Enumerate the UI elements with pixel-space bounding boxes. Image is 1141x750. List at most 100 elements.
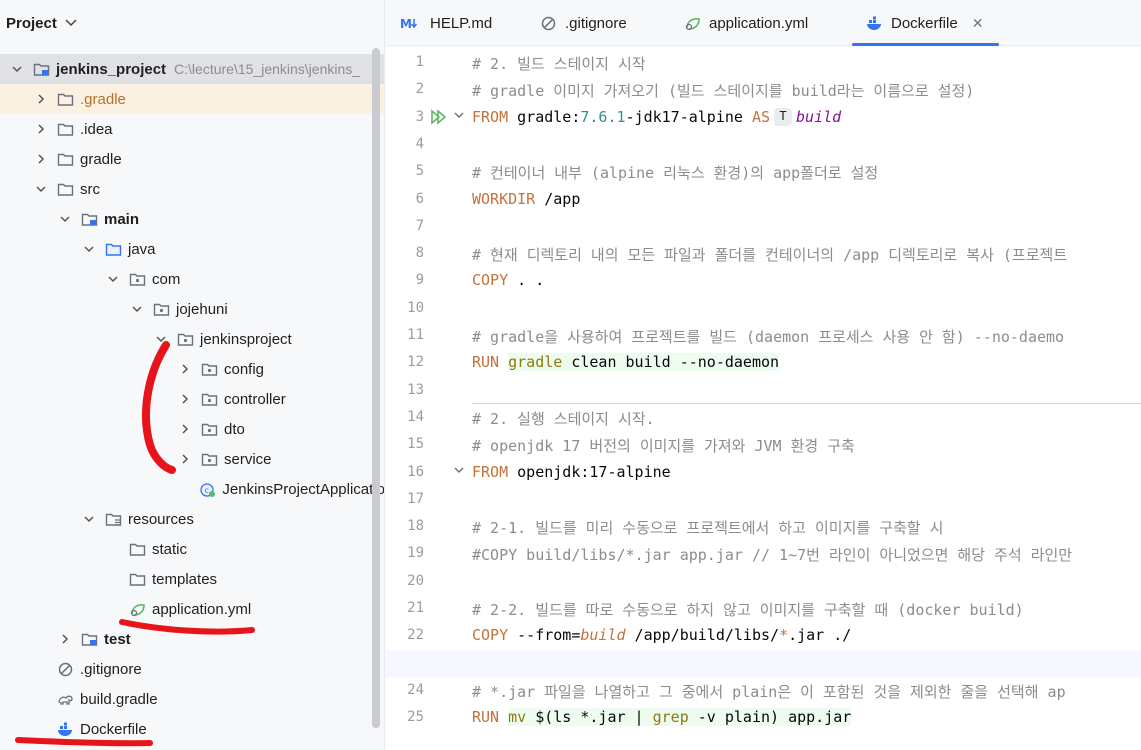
tree-item[interactable]: c JenkinsProjectApplicatio	[0, 474, 384, 504]
tree-item[interactable]: .gitignore	[0, 654, 384, 684]
tree-item[interactable]: test	[0, 624, 384, 654]
chevron-right-icon[interactable]	[178, 452, 192, 466]
code-token: build	[580, 626, 626, 645]
code-token: mv	[508, 708, 527, 727]
tree-item[interactable]: .gradle	[0, 84, 384, 114]
tab-help-md[interactable]: M HELP.md	[400, 0, 492, 46]
chevron-right-icon[interactable]	[178, 362, 192, 376]
tab-application-yml[interactable]: application.yml	[684, 0, 808, 46]
line-number: 10	[407, 299, 424, 316]
chevron-down-icon[interactable]	[65, 16, 77, 30]
line-number: 8	[415, 245, 424, 262]
code-line[interactable]: COPY . .	[472, 271, 544, 289]
code-token: COPY	[472, 626, 509, 645]
chevron-down-icon[interactable]	[130, 302, 144, 316]
tree-item[interactable]: service	[0, 444, 384, 474]
code-line[interactable]: RUN mv $(ls *.jar | grep -v plain) app.j…	[472, 708, 852, 727]
docker-icon	[56, 721, 74, 737]
chevron-down-icon[interactable]	[82, 242, 96, 256]
tree-item[interactable]: application.yml	[0, 594, 384, 624]
line-number: 17	[407, 490, 424, 507]
code-editor[interactable]: 1234567891011121314151617181920212223242…	[386, 47, 1141, 750]
code-line[interactable]: # 2-2. 빌드를 따로 수동으로 하지 않고 이미지를 구축할 때 (doc…	[472, 599, 1024, 620]
code-line[interactable]: # 2. 실행 스테이지 시작.	[472, 408, 655, 429]
chevron-right-icon[interactable]	[34, 122, 48, 136]
chevron-down-icon[interactable]	[106, 272, 120, 286]
chevron-right-icon[interactable]	[178, 392, 192, 406]
code-token: FROM	[472, 107, 509, 126]
code-line[interactable]: # 2. 빌드 스테이지 시작	[472, 53, 646, 74]
tree-item[interactable]: .idea	[0, 114, 384, 144]
svg-text:c: c	[205, 486, 209, 495]
code-line[interactable]: # 컨테이너 내부 (alpine 리눅스 환경)의 app폴더로 설정	[472, 162, 878, 183]
line-number: 18	[407, 518, 424, 535]
tree-item[interactable]: templates	[0, 564, 384, 594]
tree-item-label: application.yml	[152, 600, 252, 618]
line-number: 16	[407, 463, 424, 480]
tree-item-label: Dockerfile	[80, 720, 147, 738]
tree-item[interactable]: src	[0, 174, 384, 204]
project-view-header[interactable]: Project	[0, 0, 384, 46]
tree-item[interactable]: com	[0, 264, 384, 294]
code-token: 7.6.1	[580, 107, 626, 126]
tree-item[interactable]: jenkins_project C:\lecture\15_jenkins\jen…	[0, 54, 384, 84]
tree-item-label: .gitignore	[80, 660, 142, 678]
code-line[interactable]: # 현재 디렉토리 내의 모든 파일과 폴더를 컨테이너의 /app 디렉토리로…	[472, 244, 1067, 265]
tree-item-label: gradle	[80, 150, 122, 168]
line-number: 5	[415, 163, 424, 180]
tree-item[interactable]: dto	[0, 414, 384, 444]
tab-dockerfile[interactable]: Dockerfile ✕	[852, 0, 1000, 46]
tree-item[interactable]: build.gradle	[0, 684, 384, 714]
markdown-icon: M	[400, 16, 422, 31]
code-line[interactable]: FROM gradle:7.6.1-jdk17-alpine AS Tbuild	[472, 108, 841, 127]
project-view-title[interactable]: Project	[6, 15, 57, 32]
code-line[interactable]: # *.jar 파일을 나열하고 그 중에서 plain은 이 포함된 것을 제…	[472, 681, 1066, 702]
chevron-right-icon[interactable]	[34, 152, 48, 166]
chevron-down-icon[interactable]	[34, 182, 48, 196]
tree-item[interactable]: static	[0, 534, 384, 564]
code-line[interactable]: # gradle 이미지 가져오기 (빌드 스테이지를 build라는 이름으로…	[472, 80, 974, 101]
code-token: RUN	[472, 353, 500, 372]
line-number: 20	[407, 572, 424, 589]
fold-icon[interactable]	[454, 467, 464, 475]
code-token: gradle:	[508, 107, 581, 126]
code-line[interactable]: # gradle을 사용하여 프로젝트를 빌드 (daemon 프로세스 사용 …	[472, 326, 1064, 347]
chevron-down-icon[interactable]	[10, 62, 24, 76]
code-line[interactable]: WORKDIR /app	[472, 190, 580, 208]
tree-item[interactable]: jenkinsproject	[0, 324, 384, 354]
tree-item[interactable]: java	[0, 234, 384, 264]
tab-gitignore[interactable]: .gitignore	[540, 0, 627, 46]
line-number: 15	[407, 436, 424, 453]
code-comment: # 2. 빌드 스테이지 시작	[472, 55, 646, 73]
code-line[interactable]: RUN gradle clean build --no-daemon	[472, 353, 780, 372]
tree-item[interactable]: Dockerfile	[0, 714, 384, 744]
sidebar-scrollbar[interactable]	[372, 48, 380, 728]
code-line[interactable]: #COPY build/libs/*.jar app.jar // 1~7번 라…	[472, 544, 1072, 565]
chevron-down-icon[interactable]	[154, 332, 168, 346]
code-line[interactable]: COPY --from=build /app/build/libs/*.jar …	[472, 626, 851, 644]
tab-label: HELP.md	[430, 14, 493, 32]
line-number: 3	[415, 108, 424, 125]
run-icon[interactable]	[430, 108, 448, 125]
code-comment: # *.jar 파일을 나열하고 그 중에서 plain은 이 포함된 것을 제…	[472, 682, 1066, 701]
code-line[interactable]: # 2-1. 빌드를 미리 수동으로 프로젝트에서 하고 이미지를 구축할 시	[472, 517, 943, 538]
tree-item[interactable]: config	[0, 354, 384, 384]
fold-icon[interactable]	[454, 112, 464, 120]
chevron-right-icon[interactable]	[58, 632, 72, 646]
line-number: 24	[407, 681, 424, 698]
chevron-down-icon[interactable]	[58, 212, 72, 226]
code-line[interactable]: # openjdk 17 버전의 이미지를 가져와 JVM 환경 구축	[472, 435, 855, 456]
tree-item[interactable]: main	[0, 204, 384, 234]
code-token: -v plain) app.jar	[688, 708, 852, 727]
chevron-right-icon[interactable]	[178, 422, 192, 436]
tree-item[interactable]: resources	[0, 504, 384, 534]
code-comment: #COPY build/libs/*.jar app.jar // 1~7번 라…	[472, 546, 1073, 565]
chevron-right-icon[interactable]	[34, 92, 48, 106]
close-icon[interactable]: ✕	[972, 15, 984, 32]
tree-item[interactable]: jojehuni	[0, 294, 384, 324]
code-line[interactable]: FROM openjdk:17-alpine	[472, 463, 671, 481]
tree-item[interactable]: gradle	[0, 144, 384, 174]
tree-item[interactable]: controller	[0, 384, 384, 414]
chevron-down-icon[interactable]	[82, 512, 96, 526]
